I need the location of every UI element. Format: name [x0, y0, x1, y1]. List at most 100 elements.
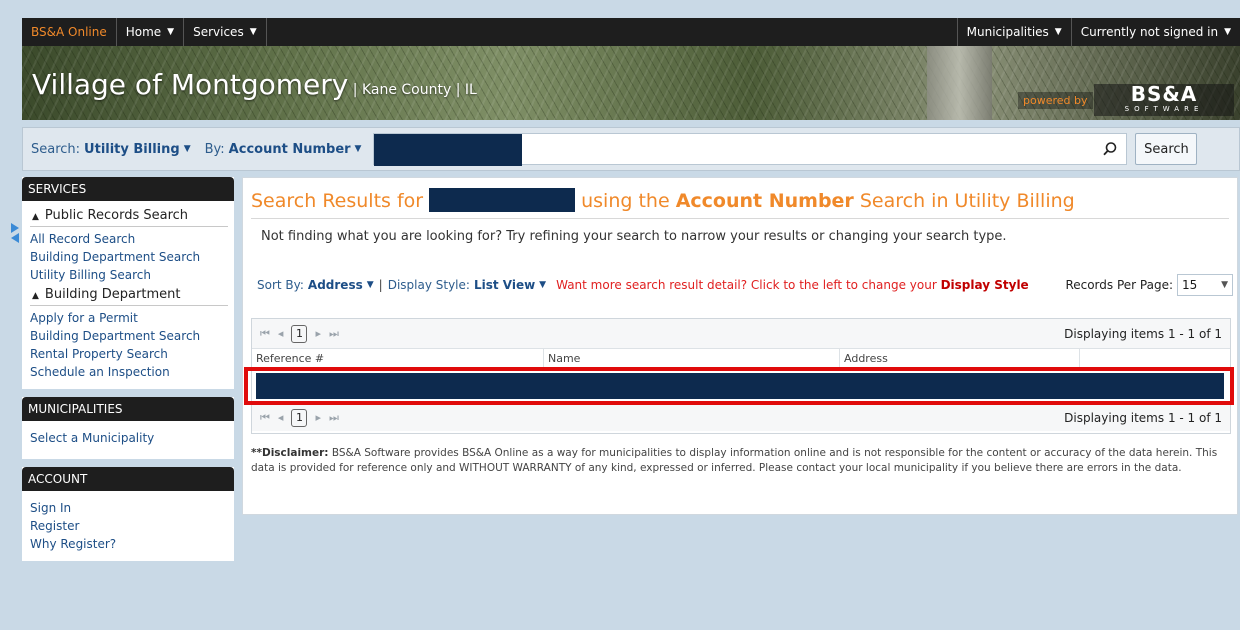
chevron-down-icon[interactable]: ▼ [367, 280, 374, 290]
results-panel: Search Results for using the Account Numb… [242, 177, 1238, 515]
column-header-address[interactable]: Address [840, 349, 1080, 368]
sidebar-link-sign-in[interactable]: Sign In [30, 499, 228, 517]
title-divider [251, 218, 1229, 219]
sidebar-link-building-department-search[interactable]: Building Department Search [30, 248, 228, 266]
sort-by-label: Sort By: [257, 278, 304, 292]
chevron-down-icon[interactable]: ▼ [539, 280, 546, 290]
redacted-search-term [374, 134, 523, 166]
sidebar-link-why-register[interactable]: Why Register? [30, 535, 228, 553]
first-page-icon[interactable]: ⏮ [260, 411, 270, 425]
display-style-hint: Want more search result detail? Click to… [556, 278, 1029, 292]
records-per-page-label: Records Per Page: [1065, 278, 1173, 292]
chevron-up-icon: ▲ [32, 212, 39, 222]
sidebar-link-all-record-search[interactable]: All Record Search [30, 230, 228, 248]
chevron-down-icon: ▼ [1224, 27, 1231, 37]
pager-bottom: ⏮ ◂ 1 ▸ ⏭ Displaying items 1 - 1 of 1 [252, 403, 1230, 431]
chevron-down-icon: ▼ [1221, 280, 1228, 290]
banner-tree-trunk [927, 46, 992, 120]
column-header-reference[interactable]: Reference # [252, 349, 544, 368]
chevron-down-icon[interactable]: ▼ [355, 144, 362, 154]
municipalities-menu-label: Municipalities [966, 25, 1049, 39]
display-style-hint-text: Want more search result detail? Click to… [556, 278, 937, 292]
municipality-title: Village of Montgomery | Kane County | IL [32, 68, 477, 101]
municipalities-header: MUNICIPALITIES [22, 397, 234, 421]
home-menu-label: Home [125, 25, 162, 39]
search-bar: Search: Utility Billing ▼ By: Account Nu… [22, 127, 1240, 171]
prev-page-icon[interactable]: ◂ [278, 327, 284, 340]
results-title: Search Results for using the Account Numb… [251, 188, 1075, 212]
results-title-search-field: Account Number [675, 190, 854, 212]
services-menu-label: Services [193, 25, 244, 39]
pager-top: ⏮ ◂ 1 ▸ ⏭ Displaying items 1 - 1 of 1 [252, 319, 1230, 349]
page: BS&A Online Home ▼ Services ▼ Municipali… [11, 18, 1240, 630]
disclaimer: **Disclaimer: BS&A Software provides BS&… [251, 446, 1231, 476]
search-button[interactable]: Search [1135, 133, 1198, 165]
next-page-icon[interactable]: ▸ [315, 411, 321, 424]
grid-header: Reference # Name Address [252, 349, 1230, 369]
first-page-icon[interactable]: ⏮ [260, 327, 270, 341]
chevron-up-icon: ▲ [32, 291, 39, 301]
records-per-page-value: 15 [1182, 278, 1198, 292]
last-page-icon[interactable]: ⏭ [329, 411, 339, 425]
home-menu[interactable]: Home ▼ [117, 18, 185, 46]
municipality-location: | Kane County | IL [348, 82, 477, 98]
last-page-icon[interactable]: ⏭ [329, 327, 339, 341]
sidebar: SERVICES ▲ Public Records Search All Reco… [11, 177, 234, 569]
sidebar-link-schedule-inspection[interactable]: Schedule an Inspection [30, 363, 228, 381]
sidebar-link-rental-property[interactable]: Rental Property Search [30, 345, 228, 363]
results-title-mid: using the [581, 190, 670, 212]
services-panel: SERVICES ▲ Public Records Search All Reco… [22, 177, 234, 389]
municipalities-panel: MUNICIPALITIES Select a Municipality [22, 397, 234, 459]
search-type-dropdown[interactable]: Utility Billing [84, 142, 180, 157]
bsa-logo-subtext: SOFTWARE [1124, 105, 1204, 113]
search-input[interactable] [373, 133, 1128, 166]
sidebar-link-utility-billing-search[interactable]: Utility Billing Search [30, 266, 228, 284]
sidebar-link-apply-permit[interactable]: Apply for a Permit [30, 309, 228, 327]
building-department-section[interactable]: ▲ Building Department [30, 284, 228, 306]
municipalities-menu[interactable]: Municipalities ▼ [956, 18, 1071, 46]
column-header-name[interactable]: Name [544, 349, 840, 368]
table-row[interactable] [244, 367, 1234, 405]
powered-by-label: powered by [1018, 92, 1093, 109]
account-header: ACCOUNT [22, 467, 234, 491]
display-style-dropdown[interactable]: List View [474, 278, 535, 292]
top-nav: BS&A Online Home ▼ Services ▼ Municipali… [22, 18, 1240, 46]
collapse-sidebar-icon[interactable] [10, 219, 20, 247]
results-title-prefix: Search Results for [251, 190, 424, 212]
page-number-button[interactable]: 1 [291, 408, 308, 427]
sidebar-link-select-municipality[interactable]: Select a Municipality [30, 429, 228, 447]
results-title-suffix: Search in Utility Billing [859, 190, 1075, 212]
page-number-button[interactable]: 1 [291, 324, 308, 343]
divider: | [378, 278, 383, 292]
disclaimer-text: BS&A Software provides BS&A Online as a … [251, 447, 1218, 474]
account-panel: ACCOUNT Sign In Register Why Register? [22, 467, 234, 561]
chevron-down-icon[interactable]: ▼ [184, 144, 191, 154]
search-by-dropdown[interactable]: Account Number [229, 142, 351, 157]
account-menu[interactable]: Currently not signed in ▼ [1070, 18, 1240, 46]
building-department-label: Building Department [44, 287, 181, 302]
public-records-section[interactable]: ▲ Public Records Search [30, 205, 228, 227]
chevron-down-icon: ▼ [167, 27, 175, 37]
sort-by-dropdown[interactable]: Address [308, 278, 363, 292]
results-hint: Not finding what you are looking for? Tr… [261, 229, 1007, 244]
search-by-label: By: [204, 141, 225, 157]
search-type-label: Search: [31, 141, 81, 157]
displaying-items-label: Displaying items 1 - 1 of 1 [1064, 326, 1222, 341]
services-menu[interactable]: Services ▼ [184, 18, 267, 46]
redacted-search-term [429, 188, 576, 212]
displaying-items-label: Displaying items 1 - 1 of 1 [1064, 410, 1222, 425]
chevron-down-icon: ▼ [1054, 27, 1062, 37]
results-options: Sort By: Address ▼ | Display Style: List… [257, 274, 1233, 296]
sidebar-link-register[interactable]: Register [30, 517, 228, 535]
results-grid: ⏮ ◂ 1 ▸ ⏭ Displaying items 1 - 1 of 1 Re… [244, 318, 1234, 434]
signin-status: Currently not signed in [1080, 25, 1219, 39]
records-per-page-select[interactable]: 15 ▼ [1177, 274, 1233, 296]
public-records-label: Public Records Search [44, 208, 189, 223]
header-banner: Village of Montgomery | Kane County | IL… [22, 46, 1240, 120]
brand-link[interactable]: BS&A Online [22, 18, 117, 46]
sidebar-link-building-search[interactable]: Building Department Search [30, 327, 228, 345]
bsa-logo-text: BS&A [1130, 82, 1198, 106]
search-icon[interactable] [1102, 141, 1118, 157]
prev-page-icon[interactable]: ◂ [278, 411, 284, 424]
next-page-icon[interactable]: ▸ [315, 327, 321, 340]
